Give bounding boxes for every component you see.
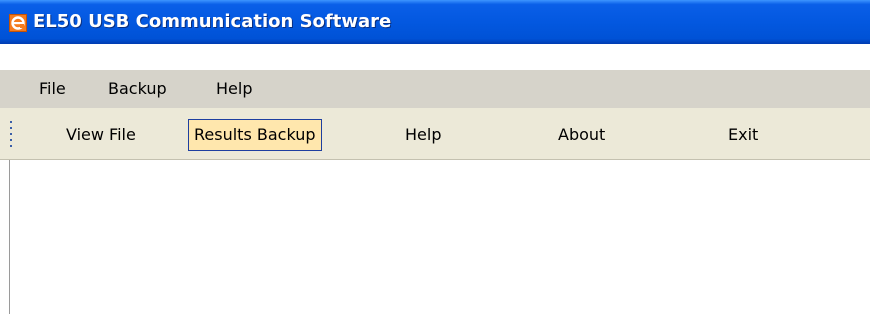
toolbar: View File Results Backup Help About Exit: [0, 108, 870, 160]
content-left-border: [9, 160, 10, 314]
app-icon[interactable]: [9, 14, 27, 32]
results-backup-button[interactable]: Results Backup: [188, 119, 322, 151]
menu-backup[interactable]: Backup: [108, 70, 167, 108]
exit-button[interactable]: Exit: [728, 120, 758, 150]
menu-help[interactable]: Help: [216, 70, 252, 108]
menu-bar: File Backup Help: [0, 70, 870, 108]
menu-file[interactable]: File: [39, 70, 66, 108]
window-title: EL50 USB Communication Software: [33, 11, 392, 32]
toolbar-grip-handle[interactable]: [10, 121, 13, 147]
content-area: [0, 160, 870, 314]
about-button[interactable]: About: [558, 120, 605, 150]
view-file-button[interactable]: View File: [66, 120, 136, 150]
help-button[interactable]: Help: [405, 120, 441, 150]
title-bar[interactable]: EL50 USB Communication Software: [0, 0, 870, 44]
app-window: EL50 USB Communication Software File Bac…: [0, 0, 870, 314]
